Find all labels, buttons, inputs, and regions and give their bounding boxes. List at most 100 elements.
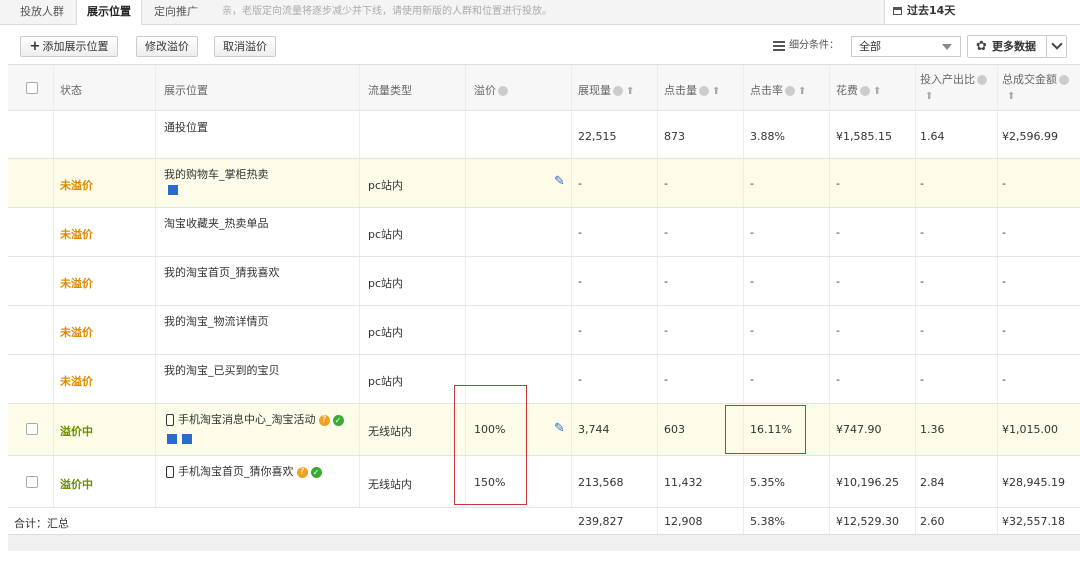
ctr-value: - xyxy=(750,275,754,288)
annotation-box-ctr xyxy=(725,405,806,454)
clicks-value: - xyxy=(664,324,668,337)
ctr-value: - xyxy=(750,177,754,190)
sort-arrow-icon[interactable]: ⬆ xyxy=(626,86,634,97)
header-roi[interactable]: 投入产出比 ⬆ xyxy=(916,65,998,110)
header-gmv[interactable]: 总成交金额 ⬆ xyxy=(998,65,1080,110)
ctr-value: - xyxy=(750,226,754,239)
sort-arrow-icon[interactable]: ⬆ xyxy=(798,86,806,97)
roi-value: - xyxy=(920,275,924,288)
help-icon[interactable] xyxy=(1059,75,1069,85)
impressions-cell: 3,744 xyxy=(572,404,658,455)
ctr-value: - xyxy=(750,324,754,337)
ctr-cell: 5.38% xyxy=(744,508,830,535)
clicks-value: 11,432 xyxy=(664,476,703,489)
help-icon[interactable] xyxy=(860,86,870,96)
table-row: 未溢价 淘宝收藏夹_热卖单品 pc站内 - - - - - - xyxy=(8,208,1080,257)
header-clicks[interactable]: 点击量 ⬆ xyxy=(658,65,744,110)
warning-icon[interactable]: ? xyxy=(296,466,308,478)
help-icon[interactable] xyxy=(613,86,623,96)
position-name: 手机淘宝首页_猜你喜欢 xyxy=(178,465,294,478)
row-checkbox[interactable] xyxy=(26,476,38,488)
check-icon: ✓ xyxy=(332,414,344,426)
traffic-cell: 无线站内 xyxy=(360,456,466,507)
cancel-premium-button[interactable]: 取消溢价 xyxy=(214,36,276,57)
annotation-box-premium xyxy=(454,385,527,505)
help-icon[interactable] xyxy=(498,86,508,96)
header-cost[interactable]: 花费 ⬆ xyxy=(830,65,916,110)
more-data-button[interactable]: ✿ 更多数据 xyxy=(967,35,1067,58)
cost-cell: - xyxy=(830,208,916,256)
cost-cell: ¥10,196.25 xyxy=(830,456,916,507)
table-row: 未溢价 我的淘宝_已买到的宝贝 pc站内 - - - - - - xyxy=(8,355,1080,404)
tab-target-audience[interactable]: 投放人群 xyxy=(8,0,76,24)
gmv-value: ¥2,596.99 xyxy=(1002,130,1058,143)
position-name: 手机淘宝消息中心_淘宝活动 xyxy=(178,413,316,426)
cost-value: ¥1,585.15 xyxy=(836,130,892,143)
date-range-selector[interactable]: 过去14天 xyxy=(884,0,1080,24)
sort-arrow-icon[interactable]: ⬆ xyxy=(1007,91,1015,102)
status-cell: 溢价中 xyxy=(54,404,156,455)
edit-pencil-icon[interactable]: ✎ xyxy=(554,174,565,189)
header-impressions[interactable]: 展现量 ⬆ xyxy=(572,65,658,110)
help-icon[interactable] xyxy=(699,86,709,96)
edit-pencil-icon[interactable]: ✎ xyxy=(554,421,565,436)
sort-arrow-icon[interactable]: ⬆ xyxy=(873,86,881,97)
traffic-cell: pc站内 xyxy=(360,306,466,354)
table-row: 通投位置 22,515 873 3.88% ¥1,585.15 1.64 ¥2,… xyxy=(8,111,1080,159)
header-traffic-label: 流量类型 xyxy=(368,84,412,97)
premium-cell: ✎ xyxy=(466,159,572,207)
roi-cell: - xyxy=(916,208,998,256)
impressions-value: - xyxy=(578,275,582,288)
chevron-down-icon[interactable] xyxy=(1051,38,1063,50)
roi-cell: - xyxy=(916,355,998,403)
tab-display-position[interactable]: 展示位置 xyxy=(76,0,142,25)
status-badge: 未溢价 xyxy=(60,326,93,339)
clicks-cell: - xyxy=(658,257,744,305)
roi-value: 1.64 xyxy=(920,130,945,143)
ctr-cell: - xyxy=(744,159,830,207)
clicks-cell: - xyxy=(658,306,744,354)
traffic-value: pc站内 xyxy=(368,179,404,192)
page: 投放人群 展示位置 定向推广 亲，老版定向流量将逐步减少并下线，请使用新版的人群… xyxy=(0,0,1080,570)
more-data-label: 更多数据 xyxy=(992,40,1036,53)
help-icon[interactable] xyxy=(785,86,795,96)
ctr-value: 3.88% xyxy=(750,130,785,143)
cost-cell: - xyxy=(830,257,916,305)
header-status: 状态 xyxy=(54,65,156,110)
ctr-value: - xyxy=(750,373,754,386)
ctr-cell: - xyxy=(744,306,830,354)
table-row: 未溢价 我的淘宝首页_猜我喜欢 pc站内 - - - - - - xyxy=(8,257,1080,306)
row-checkbox[interactable] xyxy=(26,423,38,435)
impressions-value: 22,515 xyxy=(578,130,617,143)
help-icon[interactable] xyxy=(977,75,987,85)
header-premium-label: 溢价 xyxy=(474,84,496,97)
checkbox-cell xyxy=(8,159,54,207)
cost-value: - xyxy=(836,275,840,288)
roi-value: 2.84 xyxy=(920,476,945,489)
cost-cell: ¥747.90 xyxy=(830,404,916,455)
tab-targeted-promotion[interactable]: 定向推广 xyxy=(142,0,210,24)
gmv-value: - xyxy=(1002,226,1006,239)
ctr-cell: - xyxy=(744,257,830,305)
clicks-value: - xyxy=(664,373,668,386)
gmv-cell: - xyxy=(998,257,1080,305)
clicks-cell: - xyxy=(658,159,744,207)
calendar-icon xyxy=(893,7,902,15)
roi-total: 2.60 xyxy=(920,515,945,528)
cost-value: - xyxy=(836,177,840,190)
select-all-checkbox[interactable] xyxy=(26,82,38,94)
roi-cell: 2.60 xyxy=(916,508,998,535)
sort-arrow-icon[interactable]: ⬆ xyxy=(712,86,720,97)
status-badge: 未溢价 xyxy=(60,228,93,241)
sort-arrow-icon[interactable]: ⬆ xyxy=(925,91,933,102)
header-ctr[interactable]: 点击率 ⬆ xyxy=(744,65,830,110)
filter-select[interactable]: 全部 xyxy=(851,36,961,57)
warning-icon[interactable]: ? xyxy=(318,414,330,426)
roi-cell: - xyxy=(916,257,998,305)
status-cell: 未溢价 xyxy=(54,306,156,354)
trash-icon[interactable] xyxy=(167,434,177,444)
edit-premium-button[interactable]: 修改溢价 xyxy=(136,36,198,57)
add-position-button[interactable]: + 添加展示位置 xyxy=(20,36,118,57)
cost-value: - xyxy=(836,373,840,386)
gmv-cell: - xyxy=(998,306,1080,354)
